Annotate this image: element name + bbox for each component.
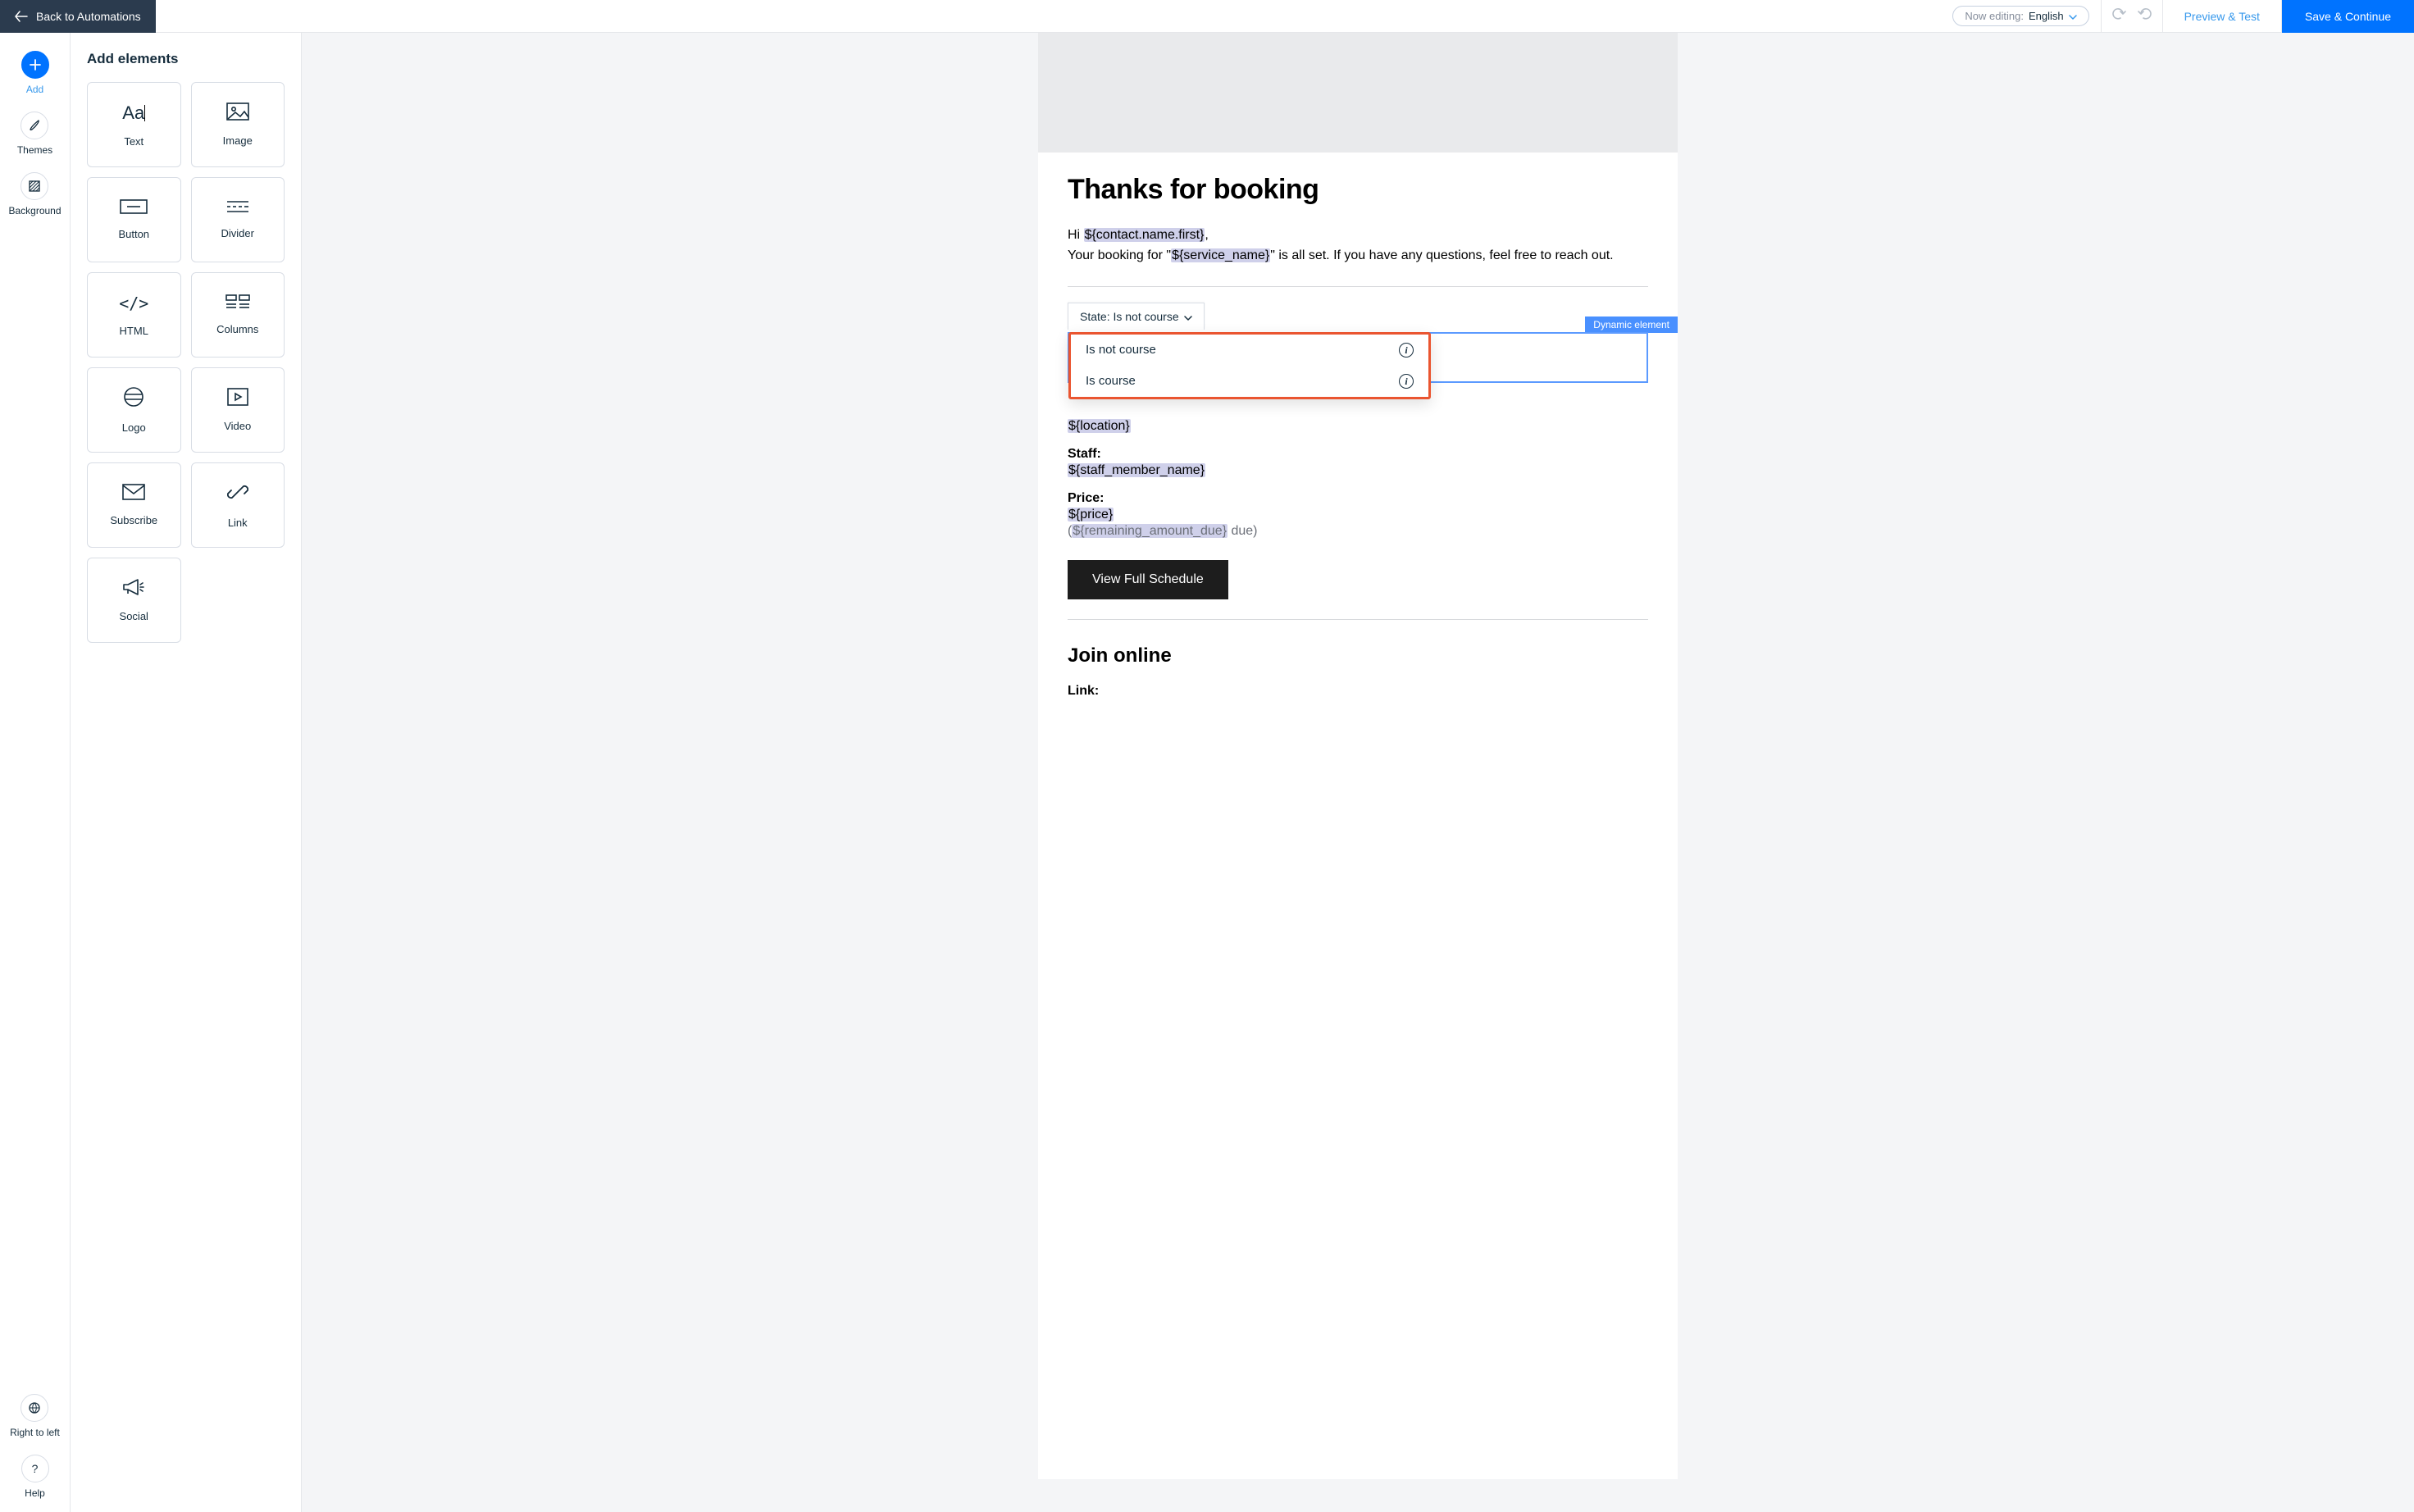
element-label: Social: [120, 610, 148, 622]
element-divider[interactable]: Divider: [191, 177, 285, 262]
brush-icon: [20, 112, 48, 139]
pattern-icon: [20, 172, 48, 200]
element-label: Image: [223, 134, 253, 147]
dynamic-element-tag: Dynamic element: [1585, 317, 1678, 333]
element-label: Button: [118, 228, 149, 240]
element-label: Columns: [216, 323, 258, 335]
back-to-automations-button[interactable]: Back to Automations: [0, 0, 156, 33]
plus-icon: [21, 51, 49, 79]
token-service-name: ${service_name}: [1171, 248, 1270, 262]
html-icon: </>: [119, 294, 148, 313]
rail-add[interactable]: Add: [21, 51, 49, 95]
price-label[interactable]: Price:: [1068, 491, 1648, 506]
logo-icon: [123, 386, 144, 410]
element-label: Divider: [221, 227, 254, 239]
dynamic-element-block[interactable]: ame} Dynamic element State: Is not cours…: [1038, 307, 1678, 383]
confirmation-line[interactable]: Your booking for "${service_name}" is al…: [1068, 246, 1648, 266]
question-icon: ?: [21, 1455, 49, 1482]
chevron-down-icon: [1184, 310, 1192, 323]
element-text[interactable]: Aa Text: [87, 82, 181, 167]
megaphone-icon: [121, 578, 146, 599]
hero-image-placeholder[interactable]: [1038, 33, 1678, 153]
token-contact-first-name: ${contact.name.first}: [1084, 228, 1205, 242]
element-label: Video: [224, 420, 251, 432]
state-dropdown-trigger[interactable]: State: Is not course: [1068, 303, 1205, 330]
rail-themes[interactable]: Themes: [17, 112, 52, 156]
image-icon: [226, 102, 249, 123]
token-price: ${price}: [1068, 508, 1114, 521]
link-label[interactable]: Link:: [1068, 684, 1648, 699]
top-bar: Back to Automations Now editing: English…: [0, 0, 2414, 33]
envelope-icon: [122, 484, 145, 503]
link-icon: [227, 481, 248, 505]
amount-due-line[interactable]: (${remaining_amount_due} due): [1068, 524, 1648, 539]
rail-background[interactable]: Background: [8, 172, 61, 216]
undo-button[interactable]: [2111, 7, 2126, 25]
element-label: HTML: [120, 325, 148, 337]
elements-panel: Add elements Aa Text Image Button: [71, 33, 302, 1512]
price-value[interactable]: ${price}: [1068, 508, 1648, 522]
redo-button[interactable]: [2138, 7, 2152, 25]
rail-background-label: Background: [8, 205, 61, 216]
language-value: English: [2029, 10, 2064, 22]
video-icon: [227, 388, 248, 408]
token-amount-due: ${remaining_amount_due}: [1072, 524, 1227, 538]
rail-rtl-label: Right to left: [10, 1427, 60, 1438]
element-button[interactable]: Button: [87, 177, 181, 262]
element-logo[interactable]: Logo: [87, 367, 181, 453]
rail-add-label: Add: [26, 84, 43, 95]
staff-label[interactable]: Staff:: [1068, 447, 1648, 462]
staff-value[interactable]: ${staff_member_name}: [1068, 463, 1648, 478]
element-subscribe[interactable]: Subscribe: [87, 462, 181, 548]
rail-themes-label: Themes: [17, 144, 52, 156]
divider: [1068, 286, 1648, 287]
columns-icon: [225, 294, 250, 312]
info-icon[interactable]: i: [1399, 374, 1414, 389]
left-rail: Add Themes Background Right to left ? He…: [0, 33, 71, 1512]
rail-help-label: Help: [25, 1487, 45, 1499]
element-label: Link: [228, 517, 248, 529]
text-icon: Aa: [122, 102, 145, 124]
button-icon: [120, 199, 148, 216]
state-dropdown: Is not course i Is course i: [1068, 332, 1431, 399]
info-icon[interactable]: i: [1399, 343, 1414, 358]
greeting-line[interactable]: Hi ${contact.name.first},: [1068, 225, 1648, 246]
token-staff: ${staff_member_name}: [1068, 463, 1205, 477]
rail-help[interactable]: ? Help: [21, 1455, 49, 1499]
back-arrow-icon: [15, 11, 28, 22]
email-preview[interactable]: Thanks for booking Hi ${contact.name.fir…: [1038, 33, 1678, 1479]
globe-icon: [20, 1394, 48, 1422]
element-html[interactable]: </> HTML: [87, 272, 181, 358]
divider-icon: [225, 200, 250, 216]
state-option-is-course[interactable]: Is course i: [1071, 366, 1428, 397]
element-social[interactable]: Social: [87, 558, 181, 643]
view-schedule-button[interactable]: View Full Schedule: [1068, 560, 1228, 599]
chevron-down-icon: [2069, 10, 2077, 22]
element-label: Text: [124, 135, 143, 148]
canvas[interactable]: Thanks for booking Hi ${contact.name.fir…: [302, 33, 2414, 1512]
undo-redo-group: [2101, 0, 2163, 33]
token-location: ${location}: [1068, 419, 1131, 433]
element-label: Logo: [122, 421, 146, 434]
rail-rtl[interactable]: Right to left: [10, 1394, 60, 1438]
email-heading[interactable]: Thanks for booking: [1068, 174, 1648, 206]
panel-title: Add elements: [87, 51, 285, 67]
editing-label: Now editing:: [1965, 10, 2024, 22]
element-columns[interactable]: Columns: [191, 272, 285, 358]
divider: [1068, 619, 1648, 620]
back-label: Back to Automations: [36, 10, 141, 23]
join-online-heading[interactable]: Join online: [1068, 644, 1648, 667]
dynamic-selected-area[interactable]: State: Is not course Is not course i: [1068, 332, 1648, 383]
save-continue-button[interactable]: Save & Continue: [2282, 0, 2414, 33]
element-video[interactable]: Video: [191, 367, 285, 453]
element-link[interactable]: Link: [191, 462, 285, 548]
state-option-is-not-course[interactable]: Is not course i: [1071, 335, 1428, 366]
element-image[interactable]: Image: [191, 82, 285, 167]
state-label: State: Is not course: [1080, 310, 1179, 323]
element-label: Subscribe: [110, 514, 157, 526]
preview-test-button[interactable]: Preview & Test: [2163, 0, 2282, 33]
language-selector[interactable]: Now editing: English: [1952, 6, 2088, 26]
location-value[interactable]: ${location}: [1068, 419, 1648, 434]
